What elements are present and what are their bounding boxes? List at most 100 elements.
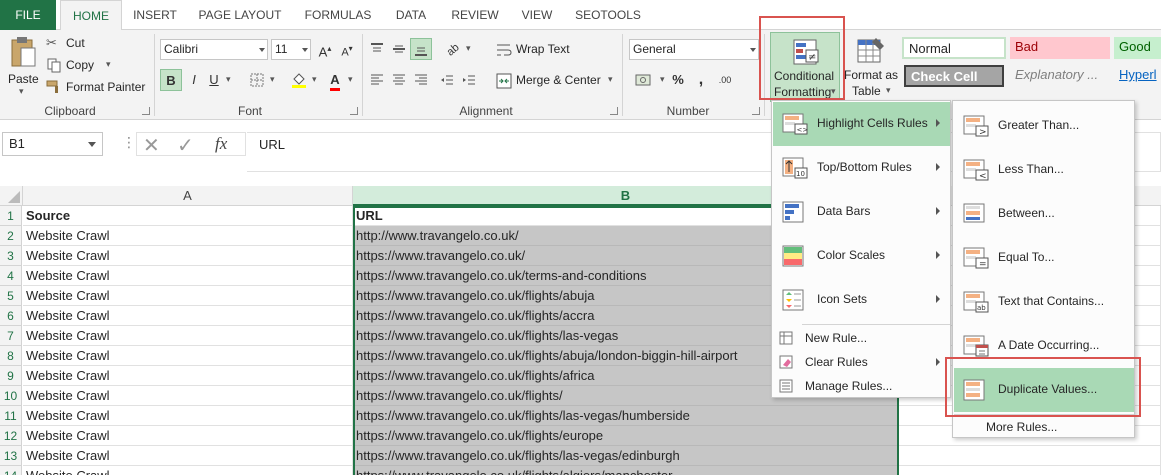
accounting-format-button[interactable] <box>629 69 659 91</box>
font-launcher[interactable] <box>350 107 358 115</box>
copy-button[interactable]: Copy ▾ <box>46 56 116 76</box>
row-header[interactable]: 2 <box>0 226 22 246</box>
cell-a[interactable]: Website Crawl <box>23 366 353 386</box>
cell-a[interactable]: Source <box>23 206 353 226</box>
font-name-combo[interactable]: Calibri <box>160 39 268 60</box>
style-check-cell[interactable]: Check Cell <box>904 65 1004 87</box>
cell-c[interactable] <box>899 466 1161 475</box>
format-as-table-button[interactable]: Format as Table ▾ <box>842 32 900 102</box>
merge-center-button[interactable]: Merge & Center ▾ <box>494 70 618 92</box>
menu-item-top-bottom-rules[interactable]: 10 Top/Bottom Rules <box>773 146 950 190</box>
alignment-launcher[interactable] <box>610 107 618 115</box>
decrease-indent-button[interactable] <box>436 69 458 91</box>
row-header[interactable]: 6 <box>0 306 22 326</box>
row-header[interactable]: 9 <box>0 366 22 386</box>
increase-decimal-button[interactable]: .00 <box>712 69 738 91</box>
row-header[interactable]: 11 <box>0 406 22 426</box>
row-header[interactable]: 12 <box>0 426 22 446</box>
menu-item-equal-to[interactable]: = Equal To... <box>954 236 1134 280</box>
increase-font-button[interactable]: A▴ <box>314 38 336 60</box>
row-header[interactable]: 8 <box>0 346 22 366</box>
style-bad[interactable]: Bad <box>1010 37 1110 59</box>
cell-a[interactable]: Website Crawl <box>23 286 353 306</box>
cell-b[interactable]: https://www.travangelo.co.uk/flights/las… <box>353 446 899 466</box>
cell-c[interactable] <box>899 446 1161 466</box>
menu-item-text-contains[interactable]: ab Text that Contains... <box>954 280 1134 324</box>
style-explanatory[interactable]: Explanatory ... <box>1010 65 1110 87</box>
cell-a[interactable]: Website Crawl <box>23 246 353 266</box>
top-align-button[interactable] <box>366 38 388 60</box>
row-header[interactable]: 10 <box>0 386 22 406</box>
tab-view[interactable]: VIEW <box>512 0 562 30</box>
wrap-text-button[interactable]: Wrap Text <box>494 39 584 61</box>
name-box[interactable]: B1 <box>2 132 103 156</box>
style-hyperlink[interactable]: Hyperl <box>1114 65 1161 87</box>
borders-button[interactable] <box>246 69 268 91</box>
menu-item-color-scales[interactable]: Color Scales <box>773 234 950 278</box>
cell-a[interactable]: Website Crawl <box>23 386 353 406</box>
row-header[interactable]: 3 <box>0 246 22 266</box>
cell-b[interactable]: https://www.travangelo.co.uk/flights/alg… <box>353 466 899 475</box>
cancel-x-icon[interactable]: ✕ <box>143 133 160 158</box>
tab-page-layout[interactable]: PAGE LAYOUT <box>190 0 290 30</box>
cell-a[interactable]: Website Crawl <box>23 326 353 346</box>
align-right-button[interactable] <box>410 69 432 91</box>
row-header[interactable]: 7 <box>0 326 22 346</box>
menu-item-less-than[interactable]: < Less Than... <box>954 148 1134 192</box>
menu-item-clear-rules[interactable]: Clear Rules <box>773 350 950 374</box>
orientation-button[interactable]: ab <box>442 38 464 60</box>
menu-item-manage-rules[interactable]: Manage Rules... <box>773 374 950 398</box>
menu-item-data-bars[interactable]: Data Bars <box>773 190 950 234</box>
menu-item-icon-sets[interactable]: Icon Sets <box>773 278 950 322</box>
cell-a[interactable]: Website Crawl <box>23 346 353 366</box>
style-good[interactable]: Good <box>1114 37 1161 59</box>
italic-button[interactable]: I <box>183 69 205 91</box>
number-launcher[interactable] <box>752 107 760 115</box>
increase-indent-button[interactable] <box>458 69 480 91</box>
column-header-a[interactable]: A <box>23 186 353 206</box>
cell-a[interactable]: Website Crawl <box>23 426 353 446</box>
row-header[interactable]: 14 <box>0 466 22 475</box>
cell-b[interactable]: https://www.travangelo.co.uk/flights/eur… <box>353 426 899 446</box>
cell-a[interactable]: Website Crawl <box>23 226 353 246</box>
align-center-button[interactable] <box>388 69 410 91</box>
number-format-combo[interactable]: General <box>629 39 759 60</box>
clipboard-launcher[interactable] <box>142 107 150 115</box>
insert-function-icon[interactable]: fx <box>215 134 227 154</box>
row-header[interactable]: 1 <box>0 206 22 226</box>
fill-color-button[interactable] <box>288 69 310 91</box>
menu-item-highlight-cells-rules[interactable]: <> Highlight Cells Rules <box>773 102 950 146</box>
cell-a[interactable]: Website Crawl <box>23 266 353 286</box>
middle-align-button[interactable] <box>388 38 410 60</box>
format-painter-button[interactable]: Format Painter <box>46 78 150 98</box>
menu-item-greater-than[interactable]: > Greater Than... <box>954 104 1134 148</box>
select-all-corner[interactable] <box>0 186 23 206</box>
menu-item-between[interactable]: Between... <box>954 192 1134 236</box>
tab-home[interactable]: HOME <box>60 0 122 31</box>
cell-a[interactable]: Website Crawl <box>23 466 353 475</box>
comma-button[interactable]: , <box>690 69 712 91</box>
row-header[interactable]: 5 <box>0 286 22 306</box>
cell-a[interactable]: Website Crawl <box>23 446 353 466</box>
cell-b[interactable]: https://www.travangelo.co.uk/flights/las… <box>353 406 899 426</box>
font-color-button[interactable]: A <box>324 69 346 91</box>
percent-button[interactable]: % <box>667 69 689 91</box>
paste-button[interactable]: Paste ▾ <box>4 34 42 98</box>
cell-a[interactable]: Website Crawl <box>23 406 353 426</box>
row-header[interactable]: 13 <box>0 446 22 466</box>
cut-button[interactable]: ✂ Cut <box>46 34 106 54</box>
row-header[interactable]: 4 <box>0 266 22 286</box>
bold-button[interactable]: B <box>160 69 182 91</box>
align-left-button[interactable] <box>366 69 388 91</box>
tab-review[interactable]: REVIEW <box>444 0 506 30</box>
menu-item-more-rules[interactable]: More Rules... <box>954 415 1134 439</box>
confirm-check-icon[interactable]: ✓ <box>177 133 194 158</box>
tab-insert[interactable]: INSERT <box>126 0 184 30</box>
style-normal[interactable]: Normal <box>902 37 1006 59</box>
tab-formulas[interactable]: FORMULAS <box>296 0 380 30</box>
tab-data[interactable]: DATA <box>386 0 436 30</box>
cell-a[interactable]: Website Crawl <box>23 306 353 326</box>
decrease-font-button[interactable]: A▾ <box>336 38 358 60</box>
font-size-combo[interactable]: 11 <box>271 39 311 60</box>
tab-seotools[interactable]: SEOTOOLS <box>570 0 646 30</box>
